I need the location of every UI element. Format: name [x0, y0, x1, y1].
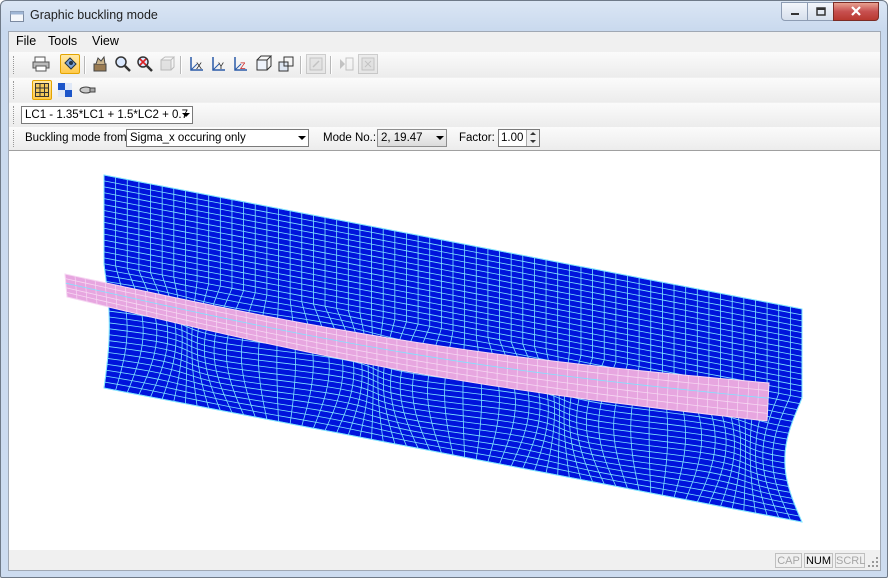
- toolbar-grip[interactable]: [13, 130, 17, 147]
- display-toolbar: [9, 78, 880, 102]
- mode-from-value: Sigma_x occuring only: [130, 132, 246, 144]
- maximize-button[interactable]: [807, 2, 834, 21]
- resize-grip-icon[interactable]: [868, 557, 879, 568]
- minimize-button[interactable]: [781, 2, 808, 21]
- factor-value: 1.00: [501, 132, 524, 144]
- buckling-bar: Buckling mode from: Sigma_x occuring onl…: [9, 127, 880, 150]
- menu-file[interactable]: File: [16, 34, 36, 48]
- toolbar-grip[interactable]: [13, 106, 17, 124]
- close-button[interactable]: [833, 2, 879, 21]
- color-scale-button[interactable]: [55, 80, 75, 100]
- display-values-icon: [309, 57, 323, 71]
- loadcase-bar: LC1 - 1.35*LC1 + 1.5*LC2 + 0.7: [9, 103, 880, 127]
- loadcase-value: LC1 - 1.35*LC1 + 1.5*LC2 + 0.7: [25, 109, 189, 121]
- display-values-button[interactable]: [306, 54, 326, 74]
- menu-bar: File Tools View: [9, 32, 880, 52]
- chevron-down-icon: [182, 113, 190, 117]
- animate-icon: [340, 57, 354, 71]
- mode-from-select[interactable]: Sigma_x occuring only: [126, 129, 309, 147]
- status-bar: CAP NUM SCRL: [9, 551, 880, 570]
- status-cap: CAP: [775, 553, 802, 568]
- toolbar-grip[interactable]: [13, 81, 17, 99]
- iso-view-icon: [160, 56, 176, 71]
- color-scale-icon: [58, 83, 72, 97]
- separator: [300, 56, 302, 74]
- main-toolbar: X Y Z: [9, 52, 880, 77]
- stepper-down-icon[interactable]: [526, 138, 539, 146]
- close-icon: [851, 6, 861, 16]
- zoom-all-button[interactable]: [135, 54, 155, 74]
- buckling-model-canvas: [64, 174, 803, 523]
- graphic-viewport[interactable]: [9, 150, 880, 550]
- status-num: NUM: [804, 553, 833, 568]
- zoom-icon: [115, 56, 131, 72]
- chevron-down-icon: [298, 136, 306, 140]
- axis-x-label: X: [196, 61, 202, 71]
- export-button[interactable]: [358, 54, 378, 74]
- view-3d-icon: [256, 55, 273, 71]
- chevron-down-icon: [436, 136, 444, 140]
- factor-label: Factor:: [459, 132, 495, 144]
- select-icon: [64, 57, 77, 70]
- view-x-icon: X: [190, 57, 203, 71]
- pan-icon: [93, 55, 107, 72]
- factor-stepper[interactable]: 1.00: [498, 129, 540, 147]
- window-title: Graphic buckling mode: [30, 8, 158, 22]
- toolbar-grip[interactable]: [13, 56, 17, 74]
- separator: [330, 56, 332, 74]
- render-button[interactable]: [77, 80, 97, 100]
- animate-button[interactable]: [336, 54, 356, 74]
- minimize-icon: [790, 12, 799, 15]
- view-3d-button[interactable]: [254, 54, 274, 74]
- view-y-button[interactable]: Y: [209, 54, 229, 74]
- mode-no-label: Mode No.:: [323, 132, 377, 144]
- iso-view-button[interactable]: [157, 54, 177, 74]
- zoom-all-icon: [137, 56, 153, 72]
- loadcase-select[interactable]: LC1 - 1.35*LC1 + 1.5*LC2 + 0.7: [21, 106, 193, 124]
- mesh-grid-button[interactable]: [32, 80, 52, 100]
- mesh-grid-icon: [35, 83, 49, 97]
- menu-view[interactable]: View: [92, 34, 119, 48]
- select-button[interactable]: [60, 54, 80, 74]
- pan-button[interactable]: [91, 54, 111, 74]
- client-area: File Tools View X Y Z LC1 - 1.35*LC1 + 1…: [8, 31, 881, 571]
- view-iso-icon: [278, 56, 294, 72]
- mode-from-label: Buckling mode from:: [25, 132, 130, 144]
- zoom-button[interactable]: [113, 54, 133, 74]
- export-icon: [361, 57, 375, 71]
- print-icon: [32, 56, 50, 72]
- axis-z-label: Z: [240, 61, 246, 71]
- status-scrl: SCRL: [835, 553, 866, 568]
- maximize-icon: [815, 6, 826, 16]
- separator: [84, 56, 86, 74]
- mode-no-select[interactable]: 2, 19.47: [377, 129, 447, 147]
- axis-y-label: Y: [218, 61, 224, 71]
- view-y-icon: Y: [212, 57, 225, 71]
- view-iso-button[interactable]: [276, 54, 296, 74]
- view-z-button[interactable]: Z: [231, 54, 251, 74]
- window-app-icon: [10, 11, 24, 22]
- app-window: Graphic buckling mode File Tools View X …: [0, 0, 888, 578]
- view-z-icon: Z: [234, 57, 247, 71]
- view-x-button[interactable]: X: [187, 54, 207, 74]
- render-icon: [79, 86, 96, 94]
- print-button[interactable]: [31, 54, 51, 74]
- menu-tools[interactable]: Tools: [48, 34, 77, 48]
- mode-no-value: 2, 19.47: [381, 132, 423, 144]
- separator: [180, 56, 182, 74]
- title-bar[interactable]: Graphic buckling mode: [1, 1, 887, 31]
